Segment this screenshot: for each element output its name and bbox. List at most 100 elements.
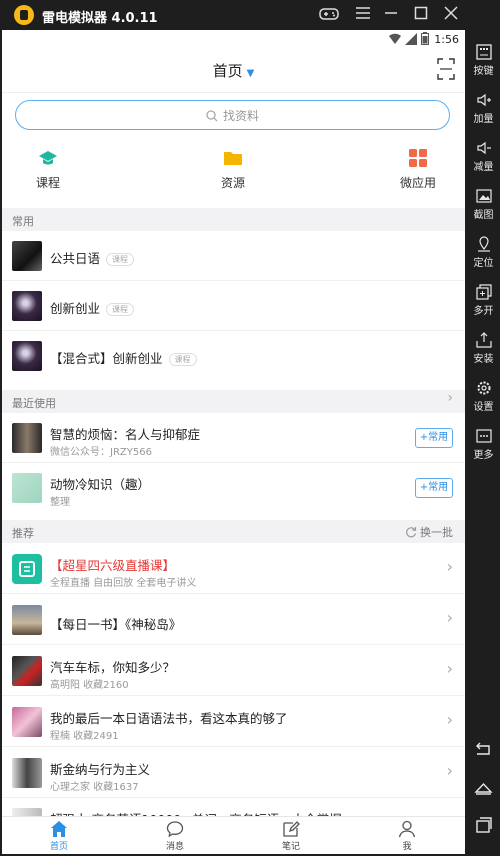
section-header-recent[interactable]: 最近使用 ›: [2, 390, 465, 413]
item-title: 【每日一书】《神秘岛》: [50, 617, 182, 632]
list-item[interactable]: 汽车车标，你知多少？ 高明阳 收藏2160 ›: [2, 645, 465, 696]
course-tag: 课程: [168, 353, 197, 366]
chevron-right-icon: ›: [446, 608, 453, 627]
emulator-titlebar: 雷电模拟器 4.0.11: [0, 0, 500, 30]
chevron-down-icon: ▼: [246, 68, 255, 79]
item-title: 公共日语: [50, 251, 101, 266]
item-title: 【超星四六级直播课】: [50, 558, 176, 573]
sidebar-item-volume-down[interactable]: 减量: [467, 140, 500, 173]
chat-bubble-icon: [166, 821, 184, 838]
back-nav-icon[interactable]: [467, 738, 500, 762]
location-icon: [477, 236, 490, 252]
section-title: 最近使用: [12, 397, 56, 410]
more-icon: [475, 429, 492, 443]
tab-home[interactable]: 首页: [29, 820, 89, 852]
tab-label: 笔记: [281, 842, 300, 852]
user-icon: [398, 820, 416, 838]
graduation-cap-icon: [39, 151, 57, 165]
course-tag: 课程: [106, 253, 135, 266]
keyboard-icon: [475, 44, 492, 60]
category-courses[interactable]: 课程: [8, 148, 88, 191]
item-title: 智慧的烦恼：名人与抑郁症: [50, 427, 201, 442]
course-thumbnail: [12, 291, 42, 321]
item-subtitle: 全程直播 自由回放 全套电子讲义: [50, 578, 197, 589]
sidebar-item-keys[interactable]: 按键: [467, 44, 500, 77]
edit-note-icon: [283, 821, 300, 837]
list-item[interactable]: 动物冷知识（趣） 整理 +常用: [2, 463, 465, 512]
refresh-icon: [406, 527, 417, 538]
battery-icon: [421, 32, 429, 45]
emulator-logo-icon: [14, 5, 34, 25]
book-thumbnail: [12, 605, 42, 635]
add-to-common-button[interactable]: +常用: [415, 478, 453, 498]
gear-icon: [477, 381, 490, 395]
tab-notes[interactable]: 笔记: [261, 820, 321, 852]
sidebar-label: 按键: [473, 66, 494, 77]
item-subtitle: 整理: [50, 497, 70, 508]
resource-thumbnail: [12, 758, 42, 788]
category-label: 微应用: [399, 176, 436, 190]
install-icon: [475, 332, 492, 348]
resource-thumbnail: [12, 656, 42, 686]
live-course-thumbnail: [12, 554, 42, 584]
course-tag: 课程: [106, 303, 135, 316]
window-title: 雷电模拟器 4.0.11: [42, 11, 158, 26]
refresh-button[interactable]: 换一批: [405, 524, 453, 540]
item-subtitle: 高明阳 收藏2160: [50, 680, 129, 691]
sidebar-label: 定位: [473, 258, 494, 269]
item-title: 斯金纳与行为主义: [50, 762, 151, 777]
scan-icon[interactable]: [437, 58, 455, 80]
sidebar-item-install[interactable]: 安装: [467, 332, 500, 365]
gamepad-icon[interactable]: [318, 6, 340, 24]
sidebar-item-more[interactable]: 更多: [467, 428, 500, 461]
list-item[interactable]: 【混合式】创新创业 课程: [2, 331, 465, 381]
maximize-icon[interactable]: [410, 6, 432, 24]
tab-label: 首页: [49, 842, 68, 852]
item-title: 【混合式】创新创业: [50, 351, 163, 366]
phone-screen: 1:56 首页 ▼ 找资料 课程 资源 微应用 常用 公共日语 课程 创新创业 课程: [2, 30, 465, 854]
list-item[interactable]: 斯金纳与行为主义 心理之家 收藏1637 ›: [2, 747, 465, 798]
home-nav-icon[interactable]: [467, 776, 500, 800]
category-resources[interactable]: 资源: [193, 148, 273, 191]
sidebar-label: 安装: [473, 354, 494, 365]
refresh-label: 换一批: [420, 526, 453, 539]
signal-icon: [405, 33, 417, 45]
home-icon: [51, 821, 67, 837]
category-micro-apps[interactable]: 微应用: [378, 148, 458, 191]
grid-icon: [409, 149, 427, 167]
list-item[interactable]: 创新创业 课程: [2, 281, 465, 331]
list-item[interactable]: 智慧的烦恼：名人与抑郁症 微信公众号：JRZY566 +常用: [2, 413, 465, 463]
emulator-sidebar: 按键 加量 减量 截图 定位 多开 安装 设置 更多: [467, 30, 500, 856]
sidebar-label: 更多: [473, 450, 494, 461]
status-time: 1:56: [434, 33, 459, 46]
sidebar-item-volume-up[interactable]: 加量: [467, 92, 500, 125]
list-item[interactable]: 公共日语 课程: [2, 231, 465, 281]
menu-icon[interactable]: [352, 6, 374, 24]
sidebar-item-settings[interactable]: 设置: [467, 380, 500, 413]
volume-up-icon: [476, 93, 491, 107]
list-item[interactable]: 我的最后一本日语语法书，看这本真的够了 程楠 收藏2491 ›: [2, 696, 465, 747]
search-input[interactable]: 找资料: [15, 100, 450, 130]
resource-thumbnail: [12, 423, 42, 453]
sidebar-label: 多开: [473, 306, 494, 317]
recent-apps-nav-icon[interactable]: [467, 814, 500, 838]
tab-messages[interactable]: 消息: [145, 820, 205, 852]
chevron-right-icon: ›: [447, 390, 453, 406]
resource-thumbnail: [12, 707, 42, 737]
item-title: 我的最后一本日语语法书，看这本真的够了: [50, 711, 288, 726]
sidebar-item-multi-open[interactable]: 多开: [467, 284, 500, 317]
item-title: 创新创业: [50, 301, 101, 316]
sidebar-item-location[interactable]: 定位: [467, 236, 500, 269]
tab-me[interactable]: 我: [377, 820, 437, 852]
chevron-right-icon: ›: [446, 557, 453, 576]
course-thumbnail: [12, 241, 42, 271]
list-item[interactable]: 【超星四六级直播课】 全程直播 自由回放 全套电子讲义 ›: [2, 543, 465, 594]
sidebar-item-screenshot[interactable]: 截图: [467, 188, 500, 221]
page-title-dropdown[interactable]: 首页 ▼: [2, 60, 465, 81]
close-icon[interactable]: [440, 6, 462, 24]
list-item[interactable]: 【每日一书】《神秘岛》 ›: [2, 594, 465, 645]
add-to-common-button[interactable]: +常用: [415, 428, 453, 448]
screenshot-icon: [475, 189, 492, 203]
minimize-icon[interactable]: [380, 6, 402, 24]
section-title: 常用: [12, 215, 34, 228]
